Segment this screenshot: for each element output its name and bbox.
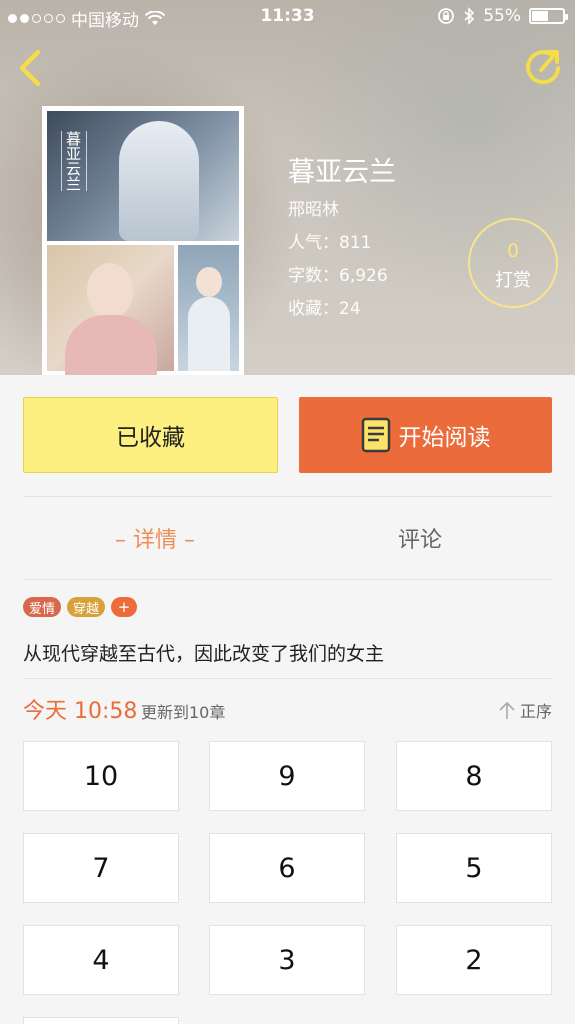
book-author: 邢昭林 — [288, 200, 339, 220]
favorite-button[interactable]: 已收藏 — [23, 397, 278, 473]
update-time: 今天 10:58 — [23, 699, 138, 724]
battery-icon — [529, 8, 568, 24]
cover-image-right — [178, 245, 239, 371]
chapter-button-partial[interactable] — [23, 1017, 179, 1024]
start-reading-label: 开始阅读 — [398, 425, 491, 451]
back-button[interactable] — [14, 48, 48, 88]
rotation-lock-icon — [438, 8, 455, 24]
book-icon — [361, 417, 390, 453]
cover-main-image: 暮亚云兰 — [47, 111, 239, 241]
tip-button[interactable]: 0 打赏 — [468, 218, 558, 308]
tip-label: 打赏 — [495, 270, 531, 291]
update-info: 今天 10:58 更新到10章 正序 — [23, 693, 552, 727]
book-cover[interactable]: 暮亚云兰 — [42, 106, 244, 375]
chapter-button[interactable]: 7 — [23, 833, 179, 903]
share-button[interactable] — [523, 46, 563, 86]
tag-romance[interactable]: 爱情 — [23, 597, 62, 617]
book-word-count: 字数：6,926 — [288, 266, 388, 286]
chapter-button[interactable]: 10 — [23, 741, 179, 811]
book-header: 中国移动 11:33 55% 暮亚云兰 暮亚云兰 邢昭林 人气：811 字数：6… — [0, 0, 575, 375]
book-info: 暮亚云兰 邢昭林 人气：811 字数：6,926 收藏：24 — [288, 150, 396, 319]
tab-detail[interactable]: – 详情 – — [23, 497, 287, 579]
chapter-button[interactable]: 2 — [396, 925, 552, 995]
add-tag-button[interactable]: + — [111, 597, 138, 617]
action-buttons: 已收藏 开始阅读 — [23, 397, 552, 473]
sort-order-label: 正序 — [519, 702, 552, 721]
chapter-button[interactable]: 6 — [209, 833, 365, 903]
tab-bar: – 详情 – 评论 — [23, 497, 552, 579]
chapter-button[interactable]: 3 — [209, 925, 365, 995]
chapter-button[interactable]: 9 — [209, 741, 365, 811]
status-right: 55% — [437, 6, 568, 26]
tip-count: 0 — [506, 240, 520, 262]
battery-percent: 55% — [483, 6, 521, 26]
divider — [23, 678, 552, 679]
bluetooth-icon — [464, 7, 475, 25]
update-text: 更新到10章 — [141, 703, 226, 722]
chapter-button[interactable]: 8 — [396, 741, 552, 811]
book-favorites: 收藏：24 — [288, 299, 361, 319]
cover-title: 暮亚云兰 — [61, 131, 87, 191]
arrow-up-icon — [499, 701, 515, 719]
chapter-button[interactable]: 5 — [396, 833, 552, 903]
tag-time-travel[interactable]: 穿越 — [67, 597, 106, 617]
start-reading-button[interactable]: 开始阅读 — [299, 397, 552, 473]
book-description: 从现代穿越至古代，因此改变了我们的女主 — [23, 643, 385, 665]
tab-comments[interactable]: 评论 — [288, 497, 552, 579]
status-bar: 中国移动 11:33 55% — [0, 0, 575, 34]
divider — [23, 579, 552, 580]
book-popularity: 人气：811 — [288, 233, 372, 253]
cover-image-left — [47, 245, 174, 375]
tag-list: 爱情 穿越 + — [23, 597, 138, 617]
sort-order-button[interactable]: 正序 — [498, 698, 552, 722]
book-title: 暮亚云兰 — [288, 157, 396, 188]
chapter-button[interactable]: 4 — [23, 925, 179, 995]
